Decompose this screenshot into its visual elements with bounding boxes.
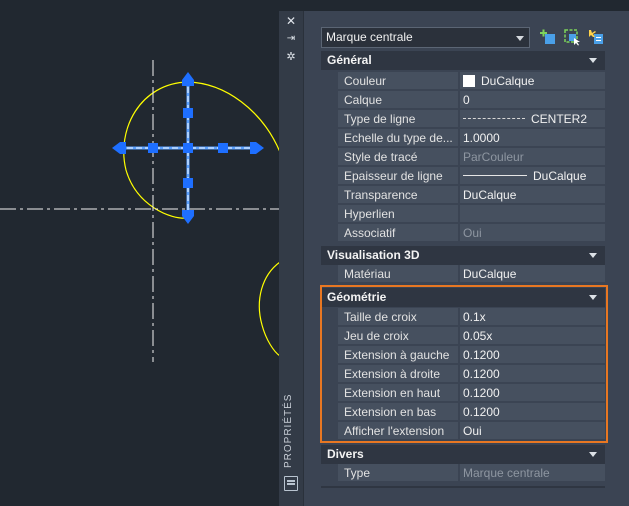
property-value[interactable]: 0.05x [459,327,605,345]
collapse-icon[interactable] [589,295,597,300]
quick-select-icon[interactable] [587,28,605,46]
lineweight-preview [463,175,527,176]
property-row-calque[interactable]: Calque 0 [321,91,605,110]
grip-center[interactable] [183,143,193,153]
property-label: Type [338,464,458,482]
section-title: Général [327,53,372,67]
property-label: Extension en haut [338,384,458,402]
property-label: Afficher l'extension [338,422,458,440]
property-label: Taille de croix [338,308,458,326]
property-value: ParCouleur [459,148,605,166]
select-objects-icon[interactable] [563,28,581,46]
property-value[interactable]: Oui [459,422,605,440]
settings-icon[interactable]: ✲ [279,49,303,65]
property-value[interactable]: 0.1200 [459,403,605,421]
property-value[interactable]: 0.1200 [459,384,605,402]
property-row-type-de-ligne[interactable]: Type de ligne CENTER2 [321,110,605,129]
collapse-icon[interactable] [589,452,597,457]
property-row-extension-bas[interactable]: Extension en bas 0.1200 [321,403,605,422]
section-geometrie-header[interactable]: Géométrie [321,288,605,307]
section-divers-header[interactable]: Divers [321,445,605,464]
property-value[interactable]: DuCalque [459,167,605,185]
property-row-couleur[interactable]: Couleur DuCalque [321,72,605,91]
linetype-preview [463,118,525,119]
property-value[interactable]: 1.0000 [459,129,605,147]
property-label: Couleur [338,72,458,90]
property-row-extension-haut[interactable]: Extension en haut 0.1200 [321,384,605,403]
property-label: Extension à droite [338,365,458,383]
property-row-type[interactable]: Type Marque centrale [321,464,605,483]
property-label: Extension en bas [338,403,458,421]
selected-circle-arc [187,81,281,153]
property-row-hyperlien[interactable]: Hyperlien [321,205,605,224]
grip-inner-bottom[interactable] [183,178,193,188]
property-label: Extension à gauche [338,346,458,364]
property-value[interactable]: 0.1200 [459,365,605,383]
property-value: Oui [459,224,605,242]
object-type-select[interactable]: Marque centrale [321,27,530,48]
section-title: Géométrie [327,290,387,304]
property-label: Calque [338,91,458,109]
color-swatch [463,75,475,87]
property-row-style-de-trace[interactable]: Style de tracé ParCouleur [321,148,605,167]
property-label: Style de tracé [338,148,458,166]
property-label: Jeu de croix [338,327,458,345]
property-label: Transparence [338,186,458,204]
grip-inner-right[interactable] [218,143,228,153]
property-label: Echelle du type de... [338,129,458,147]
section-title: Visualisation 3D [327,248,420,262]
property-value: Marque centrale [459,464,605,482]
property-value[interactable]: 0.1200 [459,346,605,364]
grid-bottom-edge [321,486,605,488]
property-row-transparence[interactable]: Transparence DuCalque [321,186,605,205]
property-value[interactable]: 0.1x [459,308,605,326]
property-row-afficher-extension[interactable]: Afficher l'extension Oui [321,422,605,441]
grip-inner-left[interactable] [148,143,158,153]
properties-icon[interactable] [284,476,298,491]
property-value[interactable]: DuCalque [459,265,605,283]
scrollbar-track[interactable] [607,51,621,487]
chevron-down-icon [516,36,524,41]
property-row-echelle[interactable]: Echelle du type de... 1.0000 [321,129,605,148]
property-row-associatif[interactable]: Associatif Oui [321,224,605,243]
property-row-extension-droite[interactable]: Extension à droite 0.1200 [321,365,605,384]
palette-title: PROPRIÉTÉS [283,393,294,468]
property-label: Matériau [338,265,458,283]
property-label: Hyperlien [338,205,458,223]
second-circle-arc [258,261,281,357]
grip-inner-top[interactable] [183,108,193,118]
property-value[interactable] [459,205,605,223]
property-label: Associatif [338,224,458,242]
section-general-header[interactable]: Général [321,51,605,70]
property-value[interactable]: DuCalque [459,72,605,90]
close-icon[interactable]: ✕ [279,13,303,29]
property-row-materiau[interactable]: Matériau DuCalque [321,265,605,284]
section-visualisation-3d-header[interactable]: Visualisation 3D [321,246,605,265]
property-label: Type de ligne [338,110,458,128]
property-value[interactable]: 0 [459,91,605,109]
property-row-taille-de-croix[interactable]: Taille de croix 0.1x [321,308,605,327]
toggle-pickadd-icon[interactable] [539,28,557,46]
property-row-epaisseur[interactable]: Epaisseur de ligne DuCalque [321,167,605,186]
grip-arrow-right[interactable] [250,142,264,154]
section-title: Divers [327,447,364,461]
grip-arrow-left[interactable] [112,142,126,154]
autohide-icon[interactable]: ⇥ [279,31,303,47]
property-row-jeu-de-croix[interactable]: Jeu de croix 0.05x [321,327,605,346]
collapse-icon[interactable] [589,253,597,258]
property-value[interactable]: CENTER2 [459,110,605,128]
grip-arrow-top[interactable] [182,72,194,86]
object-type-value: Marque centrale [326,30,413,44]
property-value[interactable]: DuCalque [459,186,605,204]
property-row-extension-gauche[interactable]: Extension à gauche 0.1200 [321,346,605,365]
grip-arrow-bottom[interactable] [182,210,194,224]
property-label: Epaisseur de ligne [338,167,458,185]
collapse-icon[interactable] [589,58,597,63]
